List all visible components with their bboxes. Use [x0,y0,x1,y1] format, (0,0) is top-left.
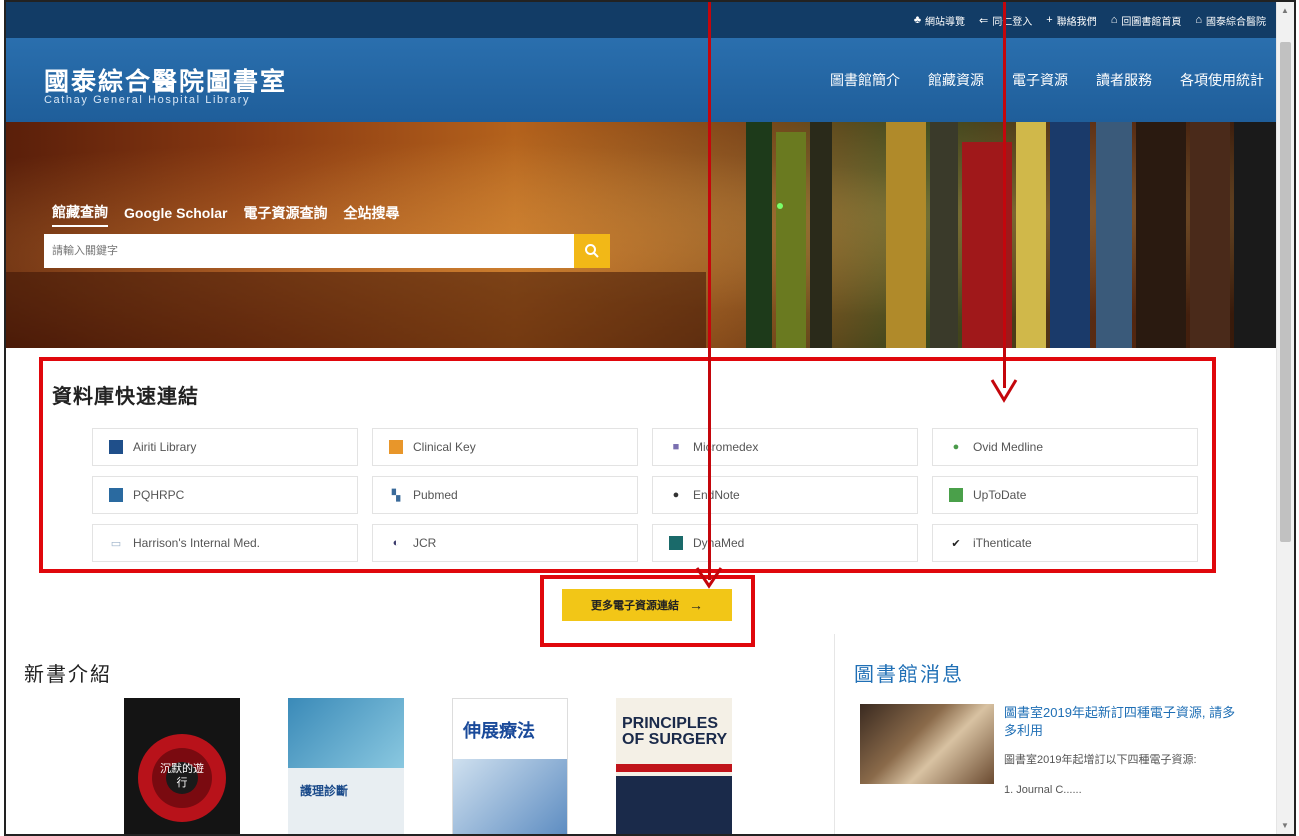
scroll-up-icon[interactable]: ▲ [1281,6,1289,15]
new-books-title: 新書介紹 [24,664,112,686]
scroll-down-icon[interactable]: ▼ [1281,821,1289,830]
search-button[interactable] [574,234,610,268]
annotation-arrow-line [708,2,711,580]
home-icon: ⌂ [1195,14,1202,26]
news-excerpt-item: 1. Journal C...... [1004,784,1082,796]
nav-item-services[interactable]: 讀者服務 [1082,70,1166,90]
annotation-arrow-line [1003,2,1006,388]
hero-banner: 館藏查詢 Google Scholar 電子資源查詢 全站搜尋 [6,122,1278,348]
topbar-link-label: 同仁登入 [992,16,1033,28]
site-logo-title[interactable]: 國泰綜合醫院圖書室 [44,62,287,98]
news-excerpt: 圖書室2019年起增訂以下四種電子資源: [1004,754,1197,766]
annotation-box-quick-links [39,357,1216,573]
book-cover[interactable]: 伸展療法 [452,698,568,834]
topbar-link-label: 回圖書館首頁 [1121,16,1182,28]
topbar-link-library-home[interactable]: ⌂ 回圖書館首頁 [1111,13,1182,28]
library-news-title: 圖書館消息 [854,664,964,686]
book-cover[interactable]: 護理診斷 [288,698,404,834]
topbar-link-label: 網站導覽 [925,16,966,28]
search-icon [585,244,599,258]
annotation-box-more-button [540,575,755,647]
tab-google-scholar[interactable]: Google Scholar [124,205,227,224]
book-cover-title: 護理診斷 [300,784,349,798]
tab-catalog[interactable]: 館藏查詢 [52,202,108,227]
book-cover-photo [453,759,567,834]
news-thumbnail[interactable] [860,704,994,784]
book-cover-title: 沉默的遊行 [160,763,204,789]
topbar-link-label: 聯絡我們 [1056,16,1097,28]
nav-item-collections[interactable]: 館藏資源 [914,70,998,90]
search-input[interactable] [44,234,574,268]
nav-item-e-resources[interactable]: 電子資源 [998,70,1082,90]
home-icon: ⌂ [1110,14,1118,26]
book-cover-title: 伸展療法 [463,721,535,741]
sitemap-icon: ♣ [913,14,922,26]
scrollbar-thumb[interactable] [1280,42,1291,542]
search-bar [44,234,610,268]
browser-viewport: ♣ 網站導覽 ⇐ 同仁登入 + 聯絡我們 ⌂ 回圖書館首頁 ⌂ 國泰綜合醫院 國泰綜合醫院… [4,0,1296,836]
book-cover-band [616,764,732,772]
nav-item-about[interactable]: 圖書館簡介 [816,70,914,90]
site-logo-subtitle: Cathay General Hospital Library [44,94,251,106]
page-scrollbar[interactable]: ▲ ▼ [1276,2,1294,834]
topbar-link-sitemap[interactable]: ♣ 網站導覽 [914,13,965,28]
topbar-link-contact[interactable]: + 聯絡我們 [1046,13,1096,28]
book-cover-title: PRINCIPLES OF SURGERY [622,715,728,748]
book-cover-band [616,776,732,834]
main-nav: 圖書館簡介 館藏資源 電子資源 讀者服務 各項使用統計 [816,70,1278,90]
plus-icon: + [1046,14,1053,26]
search-tabs: 館藏查詢 Google Scholar 電子資源查詢 全站搜尋 [52,202,399,227]
column-divider [834,634,835,834]
utility-bar: ♣ 網站導覽 ⇐ 同仁登入 + 聯絡我們 ⌂ 回圖書館首頁 ⌂ 國泰綜合醫院 [6,2,1278,38]
topbar-link-hospital[interactable]: ⌂ 國泰綜合醫院 [1195,13,1266,28]
book-cover[interactable]: PRINCIPLES OF SURGERY [616,698,732,834]
topbar-link-label: 國泰綜合醫院 [1206,16,1266,28]
book-cover-photo [288,698,404,768]
tab-e-resources[interactable]: 電子資源查詢 [243,203,327,226]
news-headline-link[interactable]: 圖書室2019年起新訂四種電子資源, 請多多利用 [1004,704,1244,740]
tab-site-search[interactable]: 全站搜尋 [343,203,399,226]
site-header: 國泰綜合醫院圖書室 Cathay General Hospital Librar… [6,38,1278,122]
book-cover[interactable]: 沉默的遊行 [124,698,240,834]
nav-item-statistics[interactable]: 各項使用統計 [1166,70,1278,90]
login-icon: ⇐ [979,14,989,27]
